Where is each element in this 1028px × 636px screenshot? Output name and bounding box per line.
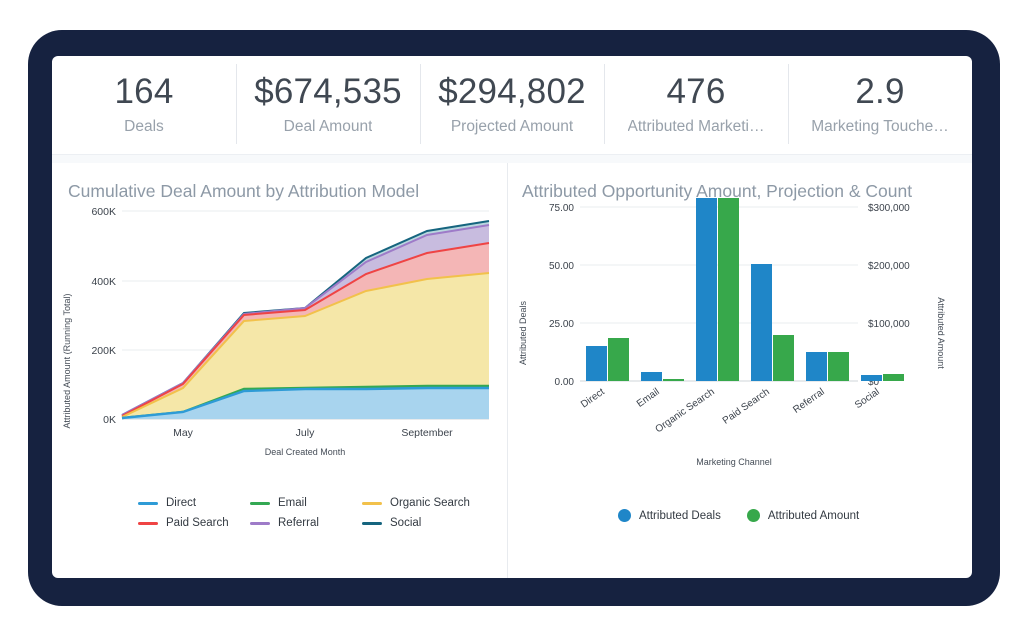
legend-swatch <box>138 501 158 505</box>
legend-swatch <box>746 509 760 522</box>
charts-row: Cumulative Deal Amount by Attribution Mo… <box>52 163 972 578</box>
legend-label: Attributed Deals <box>639 509 721 522</box>
svg-text:$200,000: $200,000 <box>868 261 910 272</box>
bar-attributed-deals <box>751 264 772 381</box>
kpi-label: Deal Amount <box>283 117 373 135</box>
bar-attributed-amount <box>663 379 684 381</box>
bar-y-ticks: 75.00 50.00 25.00 0.00 <box>549 203 574 388</box>
panel-cumulative-deal-amount: Cumulative Deal Amount by Attribution Mo… <box>52 163 507 578</box>
legend-label: Paid Search <box>166 517 229 529</box>
bar-chart-legend: Attributed Deals Attributed Amount <box>618 509 908 522</box>
area-x-ticks: May July September <box>173 427 453 439</box>
legend-swatch <box>250 501 270 505</box>
area-chart[interactable]: Attributed Amount (Running Total) 600K 4… <box>52 193 507 483</box>
kpi-card-marketing-touches[interactable]: 2.9 Marketing Touche… <box>788 56 972 154</box>
bar-y2-ticks: $300,000 $200,000 $100,000 $0 <box>868 203 910 388</box>
bar-attributed-deals <box>861 375 882 381</box>
svg-text:600K: 600K <box>91 206 116 218</box>
legend-label: Organic Search <box>390 497 470 509</box>
legend-label: Direct <box>166 497 197 509</box>
bar-group-direct <box>586 338 629 381</box>
svg-text:Referral: Referral <box>791 386 826 415</box>
svg-text:0.00: 0.00 <box>555 377 575 388</box>
area-x-axis-title: Deal Created Month <box>265 447 346 457</box>
area-y-ticks: 600K 400K 200K 0K <box>91 206 116 426</box>
legend-swatch <box>362 501 382 505</box>
svg-text:400K: 400K <box>91 276 116 288</box>
kpi-value: 2.9 <box>855 72 905 112</box>
bar-group-referral <box>806 352 849 381</box>
legend-swatch <box>618 509 631 522</box>
svg-text:25.00: 25.00 <box>549 319 574 330</box>
kpi-card-deals[interactable]: 164 Deals <box>52 56 236 154</box>
bar-attributed-deals <box>586 346 607 381</box>
svg-text:Direct: Direct <box>579 386 607 410</box>
svg-text:75.00: 75.00 <box>549 203 574 214</box>
bar-group-organic-search <box>696 198 739 381</box>
svg-text:Organic Search: Organic Search <box>653 386 716 435</box>
bar-attributed-amount <box>828 352 849 381</box>
dashboard: 164 Deals $674,535 Deal Amount $294,802 … <box>52 56 972 578</box>
kpi-card-attributed-marketing[interactable]: 476 Attributed Marketi… <box>604 56 788 154</box>
svg-text:$300,000: $300,000 <box>868 203 910 214</box>
bar-attributed-deals <box>641 372 662 381</box>
kpi-card-deal-amount[interactable]: $674,535 Deal Amount <box>236 56 420 154</box>
legend-label: Email <box>278 497 307 509</box>
kpi-card-projected-amount[interactable]: $294,802 Projected Amount <box>420 56 604 154</box>
kpi-value: 476 <box>666 72 726 112</box>
bar-group-social <box>861 374 904 381</box>
bar-x-ticks: Direct Email Organic Search Paid Search … <box>579 386 882 435</box>
svg-text:July: July <box>296 427 315 439</box>
svg-text:Social: Social <box>853 386 882 411</box>
bar-attributed-amount <box>718 198 739 381</box>
panel-attributed-opportunity: Attributed Opportunity Amount, Projectio… <box>507 163 972 578</box>
area-y-axis-title: Attributed Amount (Running Total) <box>62 294 72 429</box>
legend-item-organic-search[interactable]: Organic Search <box>362 497 474 509</box>
bar-y-axis-title: Attributed Deals <box>518 300 528 365</box>
svg-text:50.00: 50.00 <box>549 261 574 272</box>
svg-text:May: May <box>173 427 194 439</box>
legend-item-email[interactable]: Email <box>250 497 362 509</box>
svg-text:$100,000: $100,000 <box>868 319 910 330</box>
kpi-value: 164 <box>114 72 174 112</box>
svg-text:Email: Email <box>635 386 662 409</box>
legend-label: Social <box>390 517 422 529</box>
svg-text:Paid Search: Paid Search <box>721 386 772 426</box>
legend-label: Referral <box>278 517 319 529</box>
legend-swatch <box>362 521 382 525</box>
legend-item-direct[interactable]: Direct <box>138 497 250 509</box>
bar-attributed-amount <box>608 338 629 381</box>
kpi-strip: 164 Deals $674,535 Deal Amount $294,802 … <box>52 56 972 154</box>
bar-y2-axis-title: Attributed Amount <box>936 297 946 369</box>
svg-text:September: September <box>401 427 453 439</box>
bar-group-email <box>641 372 684 381</box>
legend-swatch <box>250 521 270 525</box>
legend-swatch <box>138 521 158 525</box>
bar-attributed-amount <box>773 335 794 381</box>
kpi-label: Attributed Marketi… <box>627 117 765 135</box>
svg-text:200K: 200K <box>91 345 116 357</box>
legend-item-attributed-deals[interactable]: Attributed Deals <box>618 509 721 522</box>
kpi-value: $674,535 <box>254 72 402 112</box>
bar-attributed-amount <box>883 374 904 381</box>
legend-label: Attributed Amount <box>767 509 860 522</box>
area-chart-legend: Direct Email Organic Search Paid Search <box>138 497 488 537</box>
kpi-label: Marketing Touche… <box>811 117 949 135</box>
bar-x-axis-title: Marketing Channel <box>696 457 772 467</box>
section-gap <box>52 155 972 163</box>
legend-item-attributed-amount[interactable]: Attributed Amount <box>746 509 860 522</box>
kpi-value: $294,802 <box>438 72 586 112</box>
kpi-label: Deals <box>124 117 164 135</box>
bar-chart[interactable]: Attributed Deals Attributed Amount 75.00… <box>508 193 972 493</box>
legend-item-social[interactable]: Social <box>362 517 474 529</box>
svg-text:0K: 0K <box>103 414 116 426</box>
bar-attributed-deals <box>806 352 827 381</box>
device-bezel: 164 Deals $674,535 Deal Amount $294,802 … <box>28 30 1000 606</box>
kpi-label: Projected Amount <box>450 117 574 135</box>
legend-item-paid-search[interactable]: Paid Search <box>138 517 250 529</box>
bar-attributed-deals <box>696 198 717 381</box>
legend-item-referral[interactable]: Referral <box>250 517 362 529</box>
